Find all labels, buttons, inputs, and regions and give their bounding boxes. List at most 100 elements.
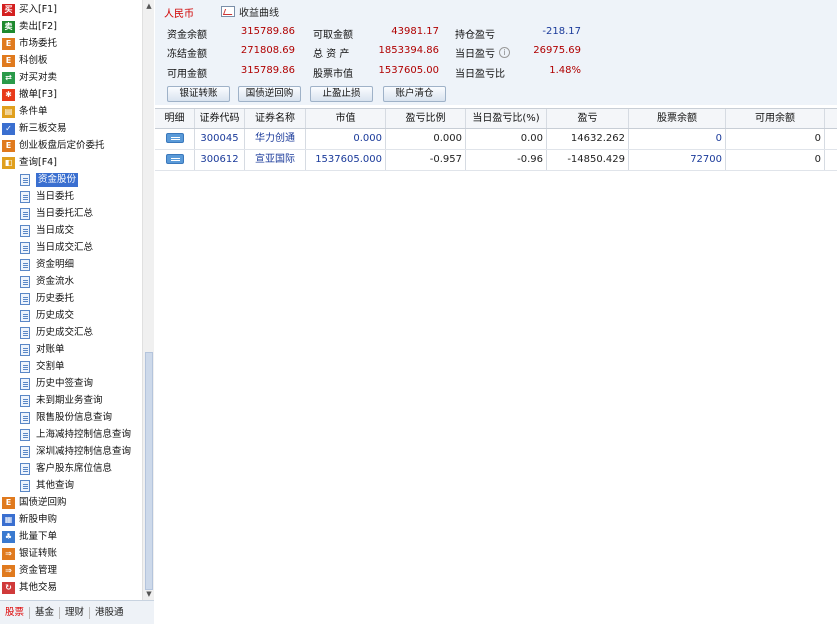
query-item-7[interactable]: 历史委托: [0, 290, 74, 307]
detail-icon[interactable]: [165, 133, 184, 143]
col-name[interactable]: 证券名称: [245, 109, 306, 128]
sidebar-item-main-9[interactable]: ◧ 查询[F4]: [0, 154, 57, 171]
sidebar-item-extra-0[interactable]: E 国债逆回购: [0, 494, 67, 511]
stop-profit-loss-button[interactable]: 止盈止损: [310, 86, 373, 102]
scrollbar-thumb[interactable]: [145, 352, 153, 590]
col-market-value[interactable]: 市值: [306, 109, 386, 128]
col-balance[interactable]: 股票余额: [629, 109, 726, 128]
query-item-0[interactable]: 资金股份: [0, 171, 79, 188]
day-pl-ratio-label: 当日盈亏比: [455, 69, 505, 80]
buy-icon: 买: [2, 3, 15, 16]
table-row[interactable]: 300045 华力创通 0.000 0.000 0.00 14632.262 0 0: [155, 129, 837, 150]
query-item-1[interactable]: 当日委托: [0, 188, 74, 205]
sidebar-item-label: 新股申购: [19, 514, 58, 525]
sidebar-item-extra-3[interactable]: ⇒ 银证转账: [0, 545, 57, 562]
query-item-11[interactable]: 交割单: [0, 358, 65, 375]
sidebar-item-extra-1[interactable]: ▦ 新股申购: [0, 511, 57, 528]
bank-transfer-icon: ⇒: [2, 547, 15, 560]
cell-detail[interactable]: [155, 129, 195, 149]
query-item-3[interactable]: 当日成交: [0, 222, 74, 239]
document-icon: [20, 411, 30, 424]
table-row[interactable]: 300612 宣亚国际 1537605.000 -0.957 -0.96 -14850.4…: [155, 150, 837, 171]
query-item-8[interactable]: 历史成交: [0, 307, 74, 324]
currency-label: 人民币: [164, 9, 194, 20]
tab-stocks[interactable]: 股票: [0, 606, 31, 619]
query-item-5[interactable]: 资金明细: [0, 256, 74, 273]
query-item-16[interactable]: 深圳减持控制信息查询: [0, 443, 131, 460]
sidebar-item-label: 银证转账: [19, 548, 58, 559]
line-chart-icon: [221, 6, 235, 17]
cell-market-value: 0.000: [306, 129, 386, 149]
scroll-down-arrow-icon[interactable]: ▼: [143, 588, 155, 600]
sidebar-item-main-2[interactable]: E 市场委托: [0, 35, 57, 52]
sidebar-item-main-8[interactable]: E 创业板盘后定价委托: [0, 137, 105, 154]
col-day-pl-ratio[interactable]: 当日盈亏比(%): [466, 109, 547, 128]
col-detail[interactable]: 明细: [155, 109, 195, 128]
sidebar-item-main-6[interactable]: ▤ 条件单: [0, 103, 48, 120]
col-code[interactable]: 证券代码: [195, 109, 245, 128]
bank-transfer-button[interactable]: 银证转账: [167, 86, 230, 102]
sidebar-item-main-4[interactable]: ⇄ 对买对卖: [0, 69, 57, 86]
info-icon[interactable]: i: [499, 47, 510, 58]
query-item-14[interactable]: 限售股份信息查询: [0, 409, 112, 426]
query-item-2[interactable]: 当日委托汇总: [0, 205, 93, 222]
batch-order-icon: ♣: [2, 530, 15, 543]
query-item-13[interactable]: 未到期业务查询: [0, 392, 103, 409]
query-item-label: 历史成交汇总: [36, 327, 94, 338]
sidebar-scrollbar[interactable]: ▲ ▼: [142, 0, 154, 600]
tab-hk-connect[interactable]: 港股通: [90, 607, 129, 619]
frozen-value: 271808.69: [240, 45, 295, 56]
document-icon: [20, 462, 30, 475]
query-item-label: 深圳减持控制信息查询: [36, 446, 132, 457]
scroll-up-arrow-icon[interactable]: ▲: [143, 0, 155, 12]
query-item-6[interactable]: 资金流水: [0, 273, 74, 290]
query-item-15[interactable]: 上海减持控制信息查询: [0, 426, 131, 443]
sidebar-item-label: 查询[F4]: [19, 157, 57, 168]
total-assets-value: 1853394.86: [378, 45, 439, 56]
profit-curve-link[interactable]: 收益曲线: [221, 4, 279, 19]
query-item-17[interactable]: 客户股东席位信息: [0, 460, 112, 477]
clear-account-button[interactable]: 账户清仓: [383, 86, 446, 102]
document-icon: [20, 428, 30, 441]
sidebar-item-extra-5[interactable]: ↻ 其他交易: [0, 579, 57, 596]
sidebar-item-label: 对买对卖: [19, 72, 58, 83]
sidebar-item-main-1[interactable]: 卖卖出[F2]: [0, 18, 57, 35]
document-icon: [20, 394, 30, 407]
position-pl-value: -218.17: [542, 26, 581, 37]
account-summary: 人民币 收益曲线 资金余额 315789.86 可取金额 43981.17 持仓…: [155, 0, 837, 105]
query-item-9[interactable]: 历史成交汇总: [0, 324, 93, 341]
query-item-4[interactable]: 当日成交汇总: [0, 239, 93, 256]
query-item-label: 资金流水: [36, 276, 75, 287]
sidebar-item-main-3[interactable]: E 科创板: [0, 52, 48, 69]
sidebar-item-main-0[interactable]: 买买入[F1]: [0, 1, 57, 18]
sidebar-item-main-7[interactable]: ✓ 新三板交易: [0, 120, 67, 137]
col-pl-ratio[interactable]: 盈亏比例: [386, 109, 466, 128]
repo-button[interactable]: 国债逆回购: [238, 86, 301, 102]
detail-icon[interactable]: [165, 154, 184, 164]
query-item-12[interactable]: 历史中签查询: [0, 375, 93, 392]
query-item-label: 客户股东席位信息: [36, 463, 113, 474]
cell-detail[interactable]: [155, 150, 195, 170]
document-icon: [20, 224, 30, 237]
other-trade-icon: ↻: [2, 581, 15, 594]
cell-pl-ratio: 0.000: [386, 129, 466, 149]
star-board-icon: E: [2, 54, 15, 67]
col-pl[interactable]: 盈亏: [547, 109, 629, 128]
sidebar-item-extra-2[interactable]: ♣ 批量下单: [0, 528, 57, 545]
cell-market-value: 1537605.000: [306, 150, 386, 170]
sidebar-item-label: 买入[F1]: [19, 4, 57, 15]
sidebar-item-main-5[interactable]: ✱ 撤单[F3]: [0, 86, 57, 103]
table-header: 明细 证券代码 证券名称 市值 盈亏比例 当日盈亏比(%) 盈亏 股票余额 可用…: [155, 108, 837, 129]
sidebar-item-label: 撤单[F3]: [19, 89, 57, 100]
sidebar-item-extra-4[interactable]: ⇒ 资金管理: [0, 562, 57, 579]
document-icon: [20, 275, 30, 288]
cell-pl: 14632.262: [547, 129, 629, 149]
tab-funds[interactable]: 基金: [30, 606, 61, 619]
sidebar-item-label: 批量下单: [19, 531, 58, 542]
col-available[interactable]: 可用余额: [726, 109, 825, 128]
query-item-18[interactable]: 其他查询: [0, 477, 74, 494]
query-item-10[interactable]: 对账单: [0, 341, 65, 358]
stock-value-label: 股票市值: [313, 69, 353, 80]
tab-wealth[interactable]: 理财: [60, 606, 91, 619]
cell-day-pl-ratio: -0.96: [466, 150, 547, 170]
